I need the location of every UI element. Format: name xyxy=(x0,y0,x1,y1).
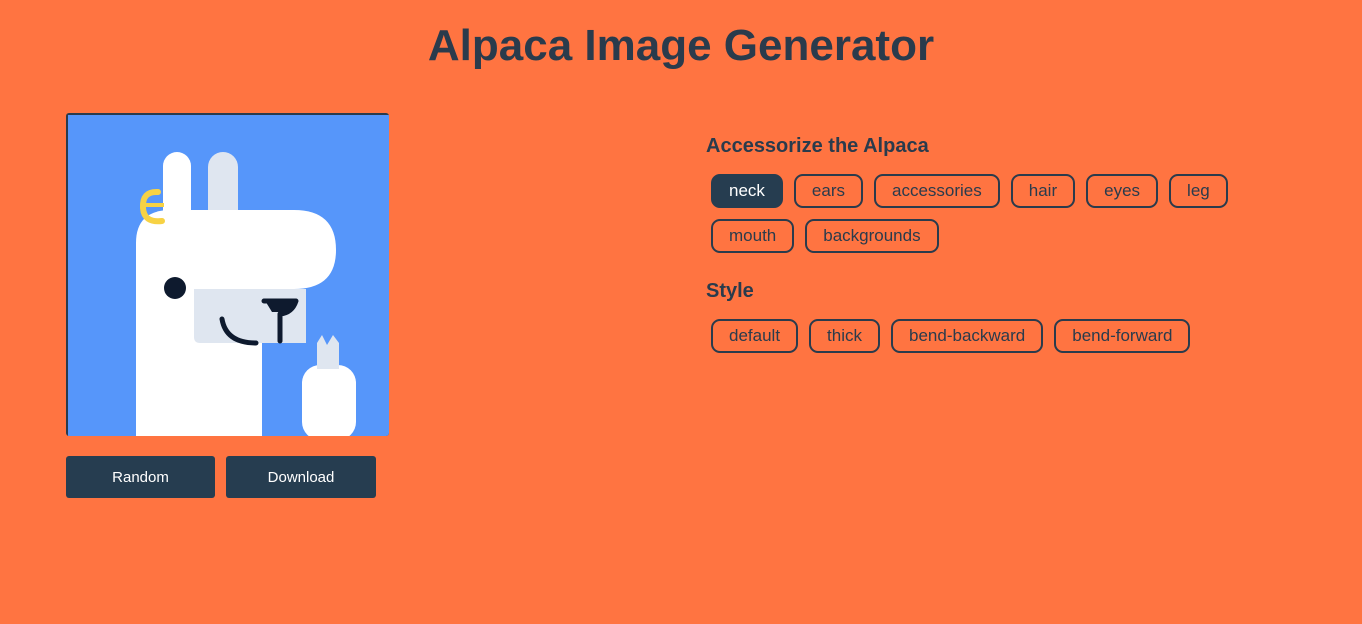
accessorize-option-leg[interactable]: leg xyxy=(1169,174,1228,208)
accessorize-options: neck ears accessories hair eyes leg mout… xyxy=(711,174,1271,253)
style-option-thick[interactable]: thick xyxy=(809,319,881,353)
accessorize-option-accessories[interactable]: accessories xyxy=(874,174,1000,208)
download-button[interactable]: Download xyxy=(226,456,376,498)
style-option-default[interactable]: default xyxy=(711,319,799,353)
accessorize-option-neck[interactable]: neck xyxy=(711,174,783,208)
customize-panel: Accessorize the Alpaca neck ears accesso… xyxy=(706,134,1306,353)
head-layer xyxy=(186,210,336,289)
accessorize-heading: Accessorize the Alpaca xyxy=(706,135,929,157)
style-heading: Style xyxy=(706,280,754,302)
leg-layer xyxy=(302,365,356,436)
alpaca-preview xyxy=(66,113,389,436)
accessorize-option-mouth[interactable]: mouth xyxy=(711,219,795,253)
accessorize-option-ears[interactable]: ears xyxy=(793,174,863,208)
page-title: Alpaca Image Generator xyxy=(427,21,935,70)
accessorize-option-hair[interactable]: hair xyxy=(1010,174,1076,208)
accessorize-option-eyes[interactable]: eyes xyxy=(1086,174,1159,208)
random-button[interactable]: Random xyxy=(66,456,215,498)
style-option-bend-forward[interactable]: bend-forward xyxy=(1054,319,1191,353)
alpaca-image xyxy=(68,115,389,436)
nose-layer xyxy=(194,289,306,343)
accessorize-option-backgrounds[interactable]: backgrounds xyxy=(805,219,939,253)
eye xyxy=(164,277,186,299)
style-options: default thick bend-backward bend-forward xyxy=(711,319,1271,353)
style-option-bend-backward[interactable]: bend-backward xyxy=(891,319,1044,353)
